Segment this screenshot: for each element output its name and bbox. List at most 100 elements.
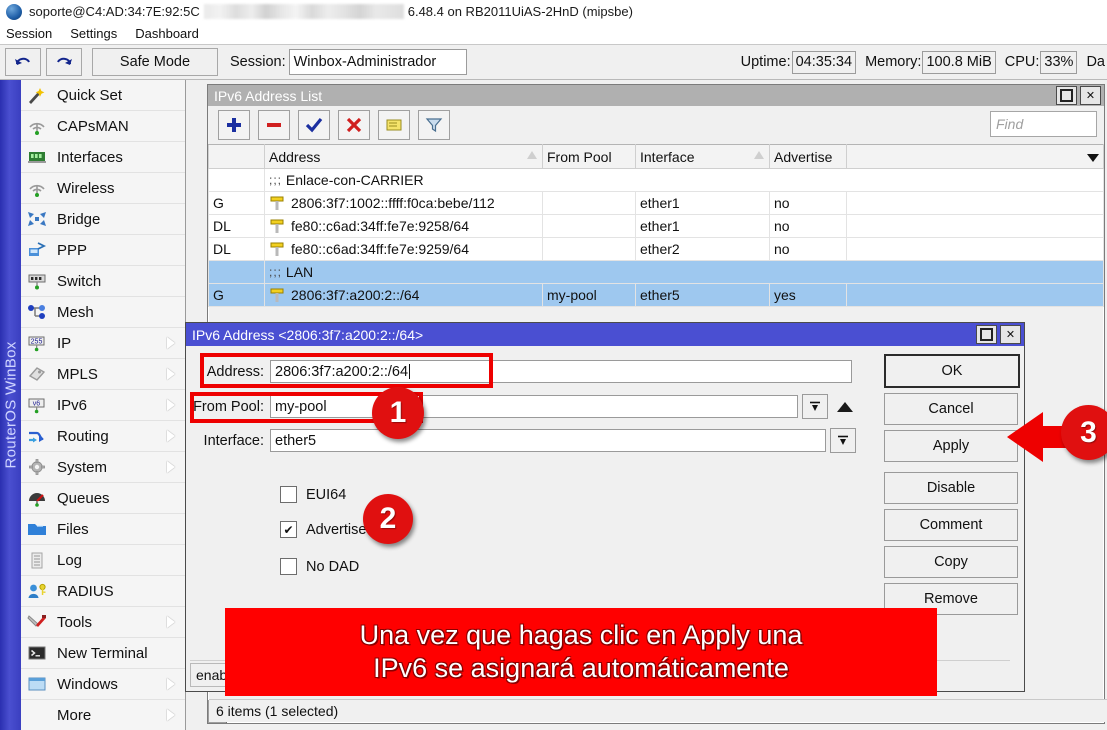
column-header-address[interactable]: Address: [265, 145, 543, 169]
sidebar-item-ip[interactable]: 255 IP: [21, 328, 185, 359]
column-header-advertise[interactable]: Advertise: [770, 145, 847, 169]
interface-dropdown-button[interactable]: [830, 428, 856, 453]
interface-input[interactable]: ether5: [270, 429, 826, 452]
filter-button[interactable]: [418, 110, 450, 140]
eui64-label: EUI64: [306, 487, 346, 503]
maximize-icon[interactable]: [1056, 86, 1077, 105]
sidebar-item-radius[interactable]: RADIUS: [21, 576, 185, 607]
column-header-flags[interactable]: [209, 145, 265, 169]
add-button[interactable]: [218, 110, 250, 140]
sidebar-item-bridge[interactable]: Bridge: [21, 204, 185, 235]
undo-arrow-icon: [13, 53, 33, 71]
cross-icon: [345, 116, 363, 134]
cell-advertise: yes: [770, 284, 847, 307]
app-title-prefix: soporte@C4:AD:34:7E:92:5C: [29, 4, 200, 19]
check-icon: [305, 116, 323, 134]
column-header-from-pool[interactable]: From Pool: [543, 145, 636, 169]
app-title-bar: soporte@C4:AD:34:7E:92:5C 6.48.4 on RB20…: [0, 0, 1107, 23]
funnel-icon: [425, 116, 443, 134]
no-dad-checkbox-row[interactable]: No DAD: [280, 558, 359, 575]
remove-button[interactable]: [258, 110, 290, 140]
eui64-checkbox[interactable]: [280, 486, 297, 503]
advertise-checkbox[interactable]: ✔: [280, 521, 297, 538]
sidebar-item-interfaces[interactable]: Interfaces: [21, 142, 185, 173]
undo-button[interactable]: [5, 48, 41, 76]
cell-flags: G: [209, 284, 265, 307]
comment-button[interactable]: Comment: [884, 509, 1018, 541]
disable-button[interactable]: [338, 110, 370, 140]
menu-item-dashboard[interactable]: Dashboard: [126, 24, 208, 44]
enable-button[interactable]: [298, 110, 330, 140]
table-row[interactable]: DL fe80::c6ad:34ff:fe7e:9259/64 ether2 n…: [209, 238, 1104, 261]
find-input[interactable]: Find: [990, 111, 1097, 137]
mpls-tag-icon: [24, 363, 50, 385]
interface-field-row: Interface: ether5: [186, 428, 856, 453]
sidebar-item-tools[interactable]: Tools: [21, 607, 185, 638]
winbox-globe-icon: [6, 4, 22, 20]
apply-button[interactable]: Apply: [884, 430, 1018, 462]
table-row[interactable]: DL fe80::c6ad:34ff:fe7e:9258/64 ether1 n…: [209, 215, 1104, 238]
session-label: Session:: [230, 54, 286, 70]
cancel-button[interactable]: Cancel: [884, 393, 1018, 425]
close-icon[interactable]: ✕: [1000, 325, 1021, 344]
svg-text:v6: v6: [33, 401, 41, 408]
copy-button[interactable]: Copy: [884, 546, 1018, 578]
sidebar-item-system[interactable]: System: [21, 452, 185, 483]
stats-tail-label: Da: [1086, 54, 1105, 70]
sidebar-item-capsman[interactable]: CAPsMAN: [21, 111, 185, 142]
advertise-checkbox-row[interactable]: ✔ Advertise: [280, 521, 366, 538]
cell-flags: G: [209, 192, 265, 215]
column-header-menu[interactable]: [847, 145, 1104, 169]
no-dad-checkbox[interactable]: [280, 558, 297, 575]
column-header-interface[interactable]: Interface: [636, 145, 770, 169]
sidebar-item-quick-set[interactable]: Quick Set: [21, 80, 185, 111]
menu-item-session[interactable]: Session: [0, 24, 61, 44]
memory-label: Memory:: [865, 54, 921, 70]
sidebar-item-more[interactable]: More: [21, 700, 185, 730]
cell-advertise: no: [770, 192, 847, 215]
sidebar-item-files[interactable]: Files: [21, 514, 185, 545]
cell-flags: DL: [209, 215, 265, 238]
safe-mode-button[interactable]: Safe Mode: [92, 48, 218, 76]
table-row[interactable]: G 2806:3f7:1002::ffff:f0ca:bebe/112 ethe…: [209, 192, 1104, 215]
sidebar-item-mpls[interactable]: MPLS: [21, 359, 185, 390]
sidebar-item-ipv6[interactable]: v6 IPv6: [21, 390, 185, 421]
from-pool-dropdown-button[interactable]: [802, 394, 828, 419]
chevron-down-icon: [836, 434, 850, 448]
sort-indicator-icon: [754, 151, 764, 159]
ipv6-icon: v6: [24, 394, 50, 416]
ok-button[interactable]: OK: [884, 354, 1020, 388]
sidebar-item-ppp[interactable]: PPP: [21, 235, 185, 266]
cell-address: fe80::c6ad:34ff:fe7e:9259/64: [265, 238, 543, 261]
table-row[interactable]: G 2806:3f7:a200:2::/64 my-pool ether5 ye…: [209, 284, 1104, 307]
app-title-suffix: 6.48.4 on RB2011UiAS-2HnD (mipsbe): [408, 4, 633, 19]
gear-icon: [24, 456, 50, 478]
table-row[interactable]: ;;; Enlace-con-CARRIER: [209, 169, 1104, 192]
sidebar-item-wireless[interactable]: Wireless: [21, 173, 185, 204]
uptime-value: 04:35:34: [792, 51, 856, 74]
sidebar-item-mesh[interactable]: Mesh: [21, 297, 185, 328]
menu-item-settings[interactable]: Settings: [61, 24, 126, 44]
sidebar-item-new-terminal[interactable]: New Terminal: [21, 638, 185, 669]
bridge-arrows-icon: [24, 208, 50, 230]
chevron-right-icon: [167, 430, 175, 442]
session-value[interactable]: Winbox-Administrador: [289, 49, 467, 75]
cell-from-pool: [543, 238, 636, 261]
close-icon[interactable]: ✕: [1080, 86, 1101, 105]
item-count-label: 6 items (1 selected): [216, 703, 338, 719]
table-row[interactable]: ;;; LAN: [209, 261, 1104, 284]
sidebar-item-routing[interactable]: Routing: [21, 421, 185, 452]
list-window-title-bar: IPv6 Address List ✕: [208, 85, 1104, 106]
disable-button[interactable]: Disable: [884, 472, 1018, 504]
sidebar-item-windows[interactable]: Windows: [21, 669, 185, 700]
sidebar-item-log[interactable]: Log: [21, 545, 185, 576]
maximize-icon[interactable]: [976, 325, 997, 344]
sidebar-item-queues[interactable]: Queues: [21, 483, 185, 514]
collapse-up-arrow-icon[interactable]: [837, 402, 853, 412]
sidebar-item-switch[interactable]: Switch: [21, 266, 185, 297]
user-key-icon: [24, 580, 50, 602]
eui64-checkbox-row[interactable]: EUI64: [280, 486, 346, 503]
comment-button[interactable]: [378, 110, 410, 140]
sidebar-item-label: CAPsMAN: [57, 118, 129, 135]
redo-button[interactable]: [46, 48, 82, 76]
